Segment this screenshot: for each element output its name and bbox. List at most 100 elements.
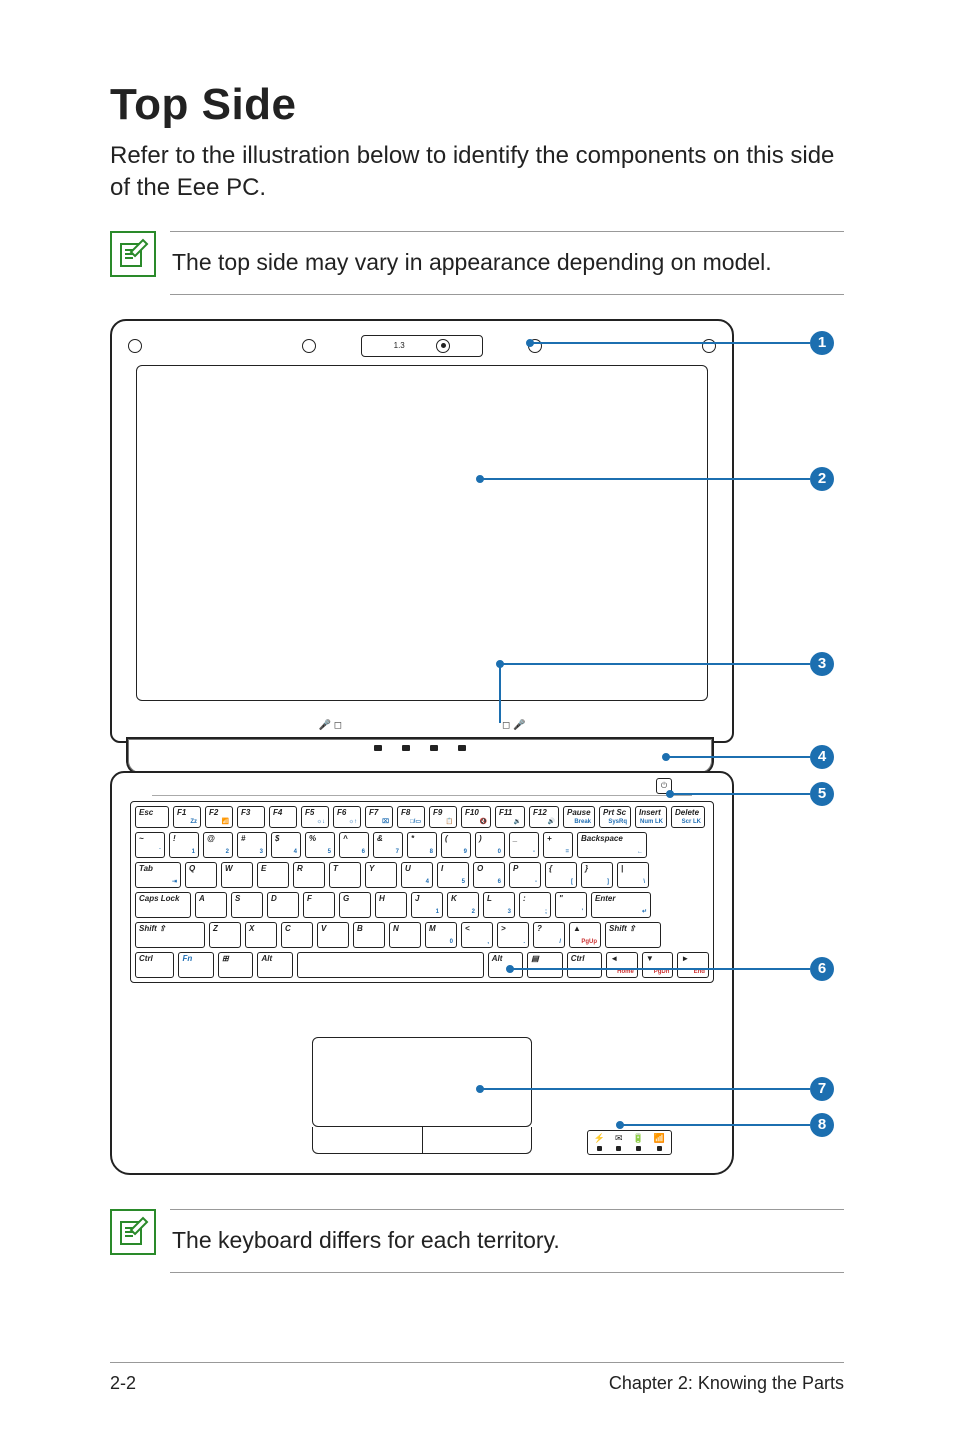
- key: |\: [617, 862, 649, 888]
- note-text-1: The top side may vary in appearance depe…: [170, 231, 844, 295]
- key: {[: [545, 862, 577, 888]
- camera-mp-label: 1.3: [394, 341, 405, 350]
- display-assembly: 1.3 🎤 ◻ ◻ 🎤: [110, 319, 734, 743]
- key: T: [329, 862, 361, 888]
- key: ►End: [677, 952, 709, 978]
- key: ~`: [135, 832, 165, 858]
- status-led: 🔋: [633, 1134, 644, 1151]
- callout-7: 7: [810, 1077, 834, 1101]
- key: :;: [519, 892, 551, 918]
- key: U4: [401, 862, 433, 888]
- key: ▤: [527, 952, 563, 978]
- mic-icon: ◻ 🎤: [502, 720, 526, 731]
- key: *8: [407, 832, 437, 858]
- base-assembly: ⏻ EscF1ZzF2📶F3F4F5☼↓F6☼↑F7⌧F8□/▭F9📋F10🔇F…: [110, 771, 734, 1175]
- key: (9: [441, 832, 471, 858]
- key: W: [221, 862, 253, 888]
- note-icon: [110, 231, 156, 277]
- key: C: [281, 922, 313, 948]
- key: F1Zz: [173, 806, 201, 828]
- key: P-: [509, 862, 541, 888]
- key: Shift ⇧: [135, 922, 205, 948]
- key: InsertNum LK: [635, 806, 667, 828]
- key: H: [375, 892, 407, 918]
- key: F3: [237, 806, 265, 828]
- note-bottom: The keyboard differs for each territory.: [110, 1209, 844, 1273]
- key: N: [389, 922, 421, 948]
- key: Caps Lock: [135, 892, 191, 918]
- key: #3: [237, 832, 267, 858]
- status-led: ✉: [615, 1134, 623, 1151]
- key: E: [257, 862, 289, 888]
- key: }]: [581, 862, 613, 888]
- key: F11🔉: [495, 806, 525, 828]
- key: _-: [509, 832, 539, 858]
- callout-4: 4: [810, 745, 834, 769]
- page-number: 2-2: [110, 1373, 136, 1394]
- key: F4: [269, 806, 297, 828]
- instant-key-row: ⏻: [152, 777, 692, 796]
- key: F10🔇: [461, 806, 491, 828]
- bezel-hole-icon: [302, 339, 316, 353]
- key: ◄Home: [606, 952, 638, 978]
- power-button-icon: ⏻: [656, 778, 672, 794]
- page-footer: 2-2 Chapter 2: Knowing the Parts: [110, 1362, 844, 1394]
- display-panel: [136, 365, 708, 701]
- touchpad-buttons: [312, 1127, 532, 1154]
- touchpad: [312, 1037, 532, 1127]
- callout-8: 8: [810, 1113, 834, 1137]
- key: D: [267, 892, 299, 918]
- page-title: Top Side: [110, 80, 844, 130]
- key: Shift ⇧: [605, 922, 661, 948]
- status-led: ⚡: [594, 1134, 605, 1151]
- key: [297, 952, 484, 978]
- note-text-2: The keyboard differs for each territory.: [170, 1209, 844, 1273]
- key: Ctrl: [567, 952, 603, 978]
- key: +=: [543, 832, 573, 858]
- key: ▲PgUp: [569, 922, 601, 948]
- key: Ctrl: [135, 952, 174, 978]
- key: O6: [473, 862, 505, 888]
- key: J1: [411, 892, 443, 918]
- key: >.: [497, 922, 529, 948]
- key: Enter↵: [591, 892, 651, 918]
- key: M0: [425, 922, 457, 948]
- key: B: [353, 922, 385, 948]
- callout-1: 1: [810, 331, 834, 355]
- key: <,: [461, 922, 493, 948]
- key: Esc: [135, 806, 169, 828]
- note-top: The top side may vary in appearance depe…: [110, 231, 844, 295]
- callout-6: 6: [810, 957, 834, 981]
- key: Tab⇥: [135, 862, 181, 888]
- key: Alt: [488, 952, 524, 978]
- key: G: [339, 892, 371, 918]
- bezel-hole-icon: [702, 339, 716, 353]
- camera-module: 1.3: [361, 335, 483, 357]
- key: "': [555, 892, 587, 918]
- key: F7⌧: [365, 806, 393, 828]
- camera-lens-icon: [436, 339, 450, 353]
- bezel-hole-icon: [528, 339, 542, 353]
- key: ^6: [339, 832, 369, 858]
- key: F2📶: [205, 806, 233, 828]
- intro-text: Refer to the illustration below to ident…: [110, 140, 844, 205]
- key: F6☼↑: [333, 806, 361, 828]
- key: I5: [437, 862, 469, 888]
- key: F: [303, 892, 335, 918]
- key: X: [245, 922, 277, 948]
- key: %5: [305, 832, 335, 858]
- laptop-diagram: 1.3 🎤 ◻ ◻ 🎤 ⏻ EscF1ZzF2📶F3F4F5☼↓F6☼↑F7⌧F…: [110, 319, 844, 1179]
- key: &7: [373, 832, 403, 858]
- key: !1: [169, 832, 199, 858]
- callout-3: 3: [810, 652, 834, 676]
- key: ⊞: [218, 952, 254, 978]
- mic-array: 🎤 ◻ ◻ 🎤: [112, 720, 732, 731]
- key: F8□/▭: [397, 806, 425, 828]
- key: F9📋: [429, 806, 457, 828]
- key: $4: [271, 832, 301, 858]
- key: F5☼↓: [301, 806, 329, 828]
- key: Z: [209, 922, 241, 948]
- chapter-label: Chapter 2: Knowing the Parts: [609, 1373, 844, 1394]
- key: L3: [483, 892, 515, 918]
- key: )0: [475, 832, 505, 858]
